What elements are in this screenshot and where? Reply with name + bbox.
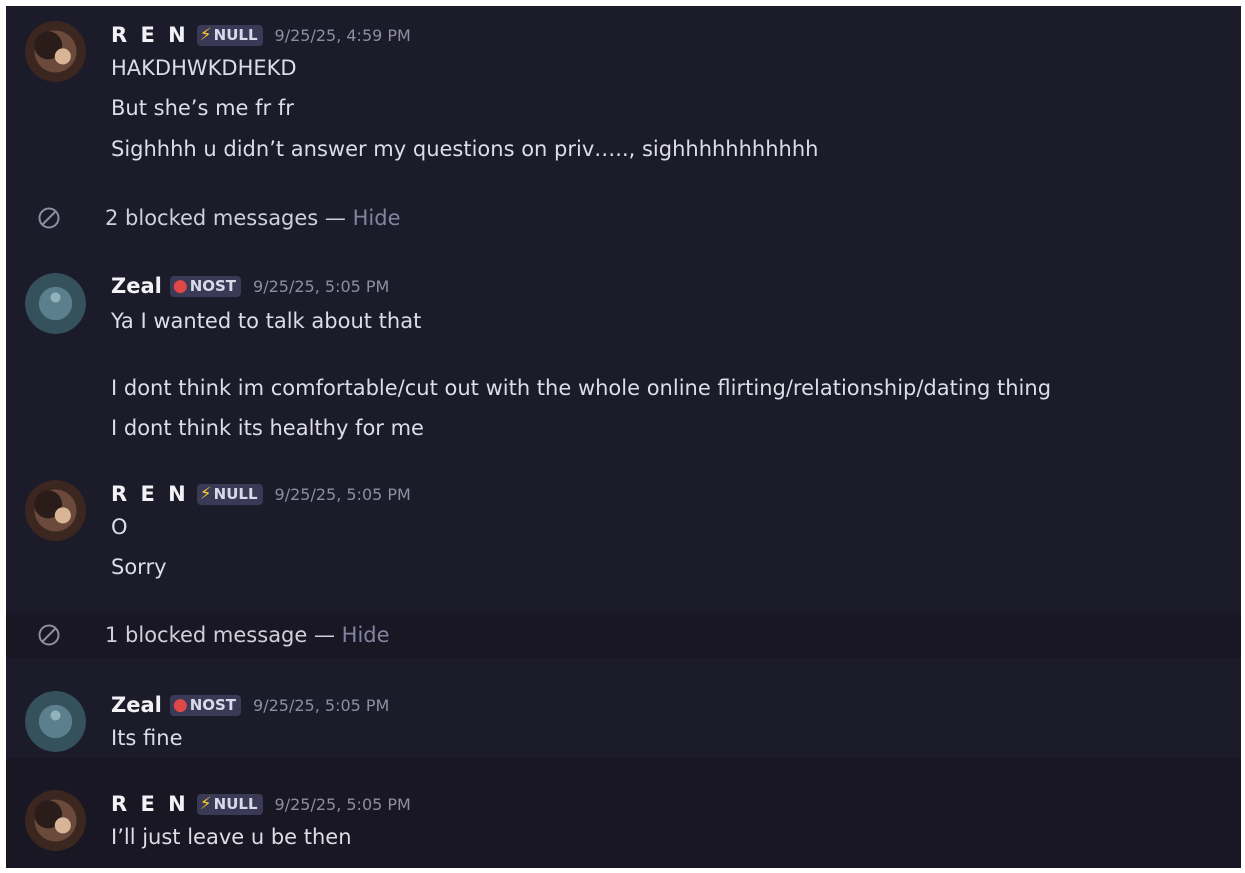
message-text: Sighhhh u didn’t answer my questions on …	[111, 137, 819, 161]
message-group: Zeal ● NOST 9/25/25, 5:05 PM Ya I wanted…	[6, 256, 1241, 456]
message-text: Its fine	[111, 726, 183, 750]
blocked-row: 1 blocked message — Hide	[6, 613, 1241, 657]
message-text: I dont think its healthy for me	[111, 416, 424, 440]
username[interactable]: Zeal	[111, 693, 162, 717]
message-text: I’ll just leave u be then	[111, 825, 352, 849]
blocked-icon	[38, 624, 60, 646]
message-group: R E N ⚡ NULL 9/25/25, 5:05 PM I’ll just …	[6, 758, 1241, 868]
timestamp: 9/25/25, 5:05 PM	[253, 276, 390, 296]
guild-tag-label: NULL	[213, 26, 258, 44]
avatar[interactable]	[25, 21, 86, 82]
guild-tag-label: NOST	[189, 277, 237, 295]
message-header: R E N ⚡ NULL 9/25/25, 5:05 PM	[111, 790, 411, 818]
hide-blocked-link[interactable]: Hide	[353, 206, 401, 230]
blocked-messages-notice: 1 blocked message — Hide	[6, 613, 1241, 658]
message-text: O	[111, 515, 128, 539]
message-header: Zeal ● NOST 9/25/25, 5:05 PM	[111, 691, 389, 719]
message-text: Ya I wanted to talk about that	[111, 309, 422, 333]
guild-tag[interactable]: ⚡ NULL	[196, 24, 263, 46]
message-text: But she’s me fr fr	[111, 96, 294, 120]
guild-tag[interactable]: ⚡ NULL	[196, 483, 263, 505]
message-text: Sorry	[111, 555, 167, 579]
blocked-icon	[38, 207, 60, 229]
timestamp: 9/25/25, 5:05 PM	[274, 794, 411, 814]
username[interactable]: R E N	[111, 482, 189, 506]
message-group: Zeal ● NOST 9/25/25, 5:05 PM Its fine	[6, 666, 1241, 758]
username[interactable]: R E N	[111, 23, 189, 47]
timestamp: 9/25/25, 4:59 PM	[274, 25, 411, 45]
lightning-bolt-icon: ⚡	[199, 25, 212, 45]
blocked-messages-text: 2 blocked messages — Hide	[105, 206, 401, 230]
username[interactable]: R E N	[111, 792, 189, 816]
flame-orb-icon: ●	[172, 695, 188, 715]
lightning-bolt-icon: ⚡	[199, 794, 212, 814]
guild-tag-label: NULL	[213, 795, 258, 813]
flame-orb-icon: ●	[172, 276, 188, 296]
avatar[interactable]	[25, 480, 86, 541]
lightning-bolt-icon: ⚡	[199, 484, 212, 504]
avatar[interactable]	[25, 691, 86, 752]
blocked-count-label: 2 blocked messages —	[105, 206, 353, 230]
message-text: I dont think im comfortable/cut out with…	[111, 376, 1052, 400]
message-header: R E N ⚡ NULL 9/25/25, 5:05 PM	[111, 480, 411, 508]
username[interactable]: Zeal	[111, 274, 162, 298]
blocked-messages-text: 1 blocked message — Hide	[105, 623, 390, 647]
avatar[interactable]	[25, 273, 86, 334]
guild-tag-label: NOST	[189, 696, 237, 714]
timestamp: 9/25/25, 5:05 PM	[253, 695, 390, 715]
message-header: Zeal ● NOST 9/25/25, 5:05 PM	[111, 272, 389, 300]
chat-message-list: R E N ⚡ NULL 9/25/25, 4:59 PM HAKDHWKDHE…	[6, 6, 1241, 868]
message-group: R E N ⚡ NULL 9/25/25, 4:59 PM HAKDHWKDHE…	[6, 6, 1241, 191]
timestamp: 9/25/25, 5:05 PM	[274, 484, 411, 504]
guild-tag-label: NULL	[213, 485, 258, 503]
blocked-messages-notice: 2 blocked messages — Hide	[6, 196, 1241, 240]
message-text: HAKDHWKDHEKD	[111, 56, 297, 80]
blocked-count-label: 1 blocked message —	[105, 623, 342, 647]
avatar[interactable]	[25, 790, 86, 851]
guild-tag[interactable]: ● NOST	[169, 275, 242, 297]
guild-tag[interactable]: ⚡ NULL	[196, 793, 263, 815]
message-header: R E N ⚡ NULL 9/25/25, 4:59 PM	[111, 21, 411, 49]
guild-tag[interactable]: ● NOST	[169, 694, 242, 716]
message-group: R E N ⚡ NULL 9/25/25, 5:05 PM O Sorry	[6, 468, 1241, 610]
hide-blocked-link[interactable]: Hide	[342, 623, 390, 647]
